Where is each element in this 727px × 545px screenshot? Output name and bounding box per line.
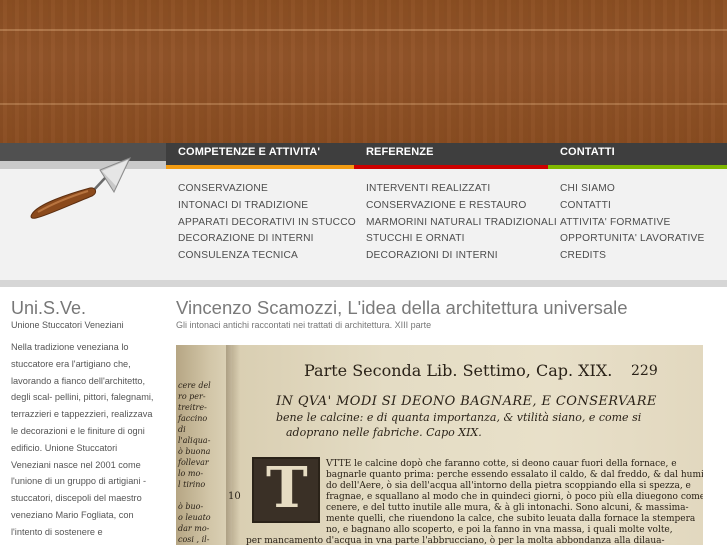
book-margin-note: treitre-	[178, 403, 207, 412]
book-margin-note: ro per-	[178, 392, 206, 401]
book-text-line: per mancamento d'acqua in vna parte l'ab…	[246, 536, 665, 545]
menu-item-consulenza-tecnica[interactable]: CONSULENZA TECNICA	[178, 248, 356, 265]
book-chapter-heading: IN QVA' MODI SI DEONO BAGNARE, E CONSERV…	[276, 394, 657, 409]
book-gutter	[226, 345, 240, 545]
menu-item-credits[interactable]: CREDITS	[560, 248, 704, 265]
book-margin-note: cere del	[178, 381, 211, 390]
book-text-line: do dell'Aere, ò sia dell'acqua all'intor…	[326, 481, 691, 491]
submenu-competenze: CONSERVAZIONE INTONACI DI TRADIZIONE APP…	[178, 181, 356, 265]
book-running-header: Parte Seconda Lib. Settimo, Cap. XIX.	[304, 361, 613, 380]
book-margin-note: faccino	[178, 414, 208, 423]
article-subtitle: Gli intonaci antichi raccontati nei trat…	[176, 320, 432, 330]
book-margin-note: lo mo-	[178, 469, 204, 478]
book-chapter-heading-3: adoprano nelle fabriche. Capo XIX.	[286, 426, 482, 439]
menu-item-conservazione-restauro[interactable]: CONSERVAZIONE E RESTAURO	[366, 198, 557, 215]
submenu-referenze: INTERVENTI REALIZZATI CONSERVAZIONE E RE…	[366, 181, 557, 265]
menu-item-decorazioni-interni[interactable]: DECORAZIONI DI INTERNI	[366, 248, 557, 265]
book-initial-letter: T	[266, 455, 308, 521]
menu-item-stucchi-ornati[interactable]: STUCCHI E ORNATI	[366, 231, 557, 248]
book-margin-note: cosi , il-	[178, 535, 210, 544]
submenu-contatti: CHI SIAMO CONTATTI ATTIVITA' FORMATIVE O…	[560, 181, 704, 265]
section-divider	[0, 280, 727, 287]
book-text-line: mente quelli, che riuendono la calce, ch…	[326, 514, 696, 524]
article-title: Vincenzo Scamozzi, L'idea della architet…	[176, 297, 628, 318]
menu-item-attivita-formative[interactable]: ATTIVITA' FORMATIVE	[560, 215, 704, 232]
menu-item-chi-siamo[interactable]: CHI SIAMO	[560, 181, 704, 198]
menu-item-intonaci[interactable]: INTONACI DI TRADIZIONE	[178, 198, 356, 215]
menu-item-contatti[interactable]: CONTATTI	[560, 198, 704, 215]
book-margin-note: ò buona	[178, 447, 211, 456]
book-margin-note: l tirino	[178, 480, 206, 489]
sidebar-title: Uni.S.Ve.	[11, 298, 87, 318]
sidebar-subtitle: Unione Stuccatori Veneziani	[11, 320, 124, 330]
book-chapter-heading-2: bene le calcine: e di quanta importanza,…	[276, 411, 642, 424]
menu-item-marmorini[interactable]: MARMORINI NATURALI TRADIZIONALI	[366, 215, 557, 232]
book-text-line: VTTE le calcine dopò che faranno cotte, …	[326, 459, 677, 469]
menu-item-interventi-realizzati[interactable]: INTERVENTI REALIZZATI	[366, 181, 557, 198]
book-margin-note: dar mo-	[178, 524, 210, 533]
book-margin-note: ò buo-	[178, 502, 204, 511]
menu-item-apparati-decorativi[interactable]: APPARATI DECORATIVI IN STUCCO	[178, 215, 356, 232]
book-text-line: fragnae, e squallano al modo che in quin…	[326, 492, 703, 502]
book-text-line: bagnarle quanto prima: perche essendo es…	[326, 470, 703, 480]
wood-header-banner	[0, 0, 727, 143]
menu-item-conservazione[interactable]: CONSERVAZIONE	[178, 181, 356, 198]
book-page-number: 229	[631, 363, 658, 379]
book-margin-note: di	[178, 425, 186, 434]
sidebar-body: Nella tradizione veneziana lo stuccatore…	[11, 342, 154, 537]
menu-item-decorazione-interni[interactable]: DECORAZIONE DI INTERNI	[178, 231, 356, 248]
menu-item-opportunita-lavorative[interactable]: OPPORTUNITA' LAVORATIVE	[560, 231, 704, 248]
tab-referenze[interactable]: REFERENZE	[354, 143, 548, 165]
book-margin-number: 10	[228, 491, 241, 502]
trowel-icon[interactable]	[28, 152, 138, 224]
book-margin-note: follevar	[178, 458, 209, 467]
tab-competenze[interactable]: COMPETENZE E ATTIVITA'	[166, 143, 354, 165]
book-margin-note: o leuato	[178, 513, 211, 522]
book-margin-note: l'aliqua-	[178, 436, 211, 445]
book-page-image: Parte Seconda Lib. Settimo, Cap. XIX. 22…	[176, 345, 703, 545]
tab-contatti[interactable]: CONTATTI	[548, 143, 727, 165]
book-text-line: cenere, e del tutto inutile alle mura, &…	[326, 503, 689, 513]
book-text-line: no, e bagnano allo scoperto, e poi la fa…	[326, 525, 673, 535]
